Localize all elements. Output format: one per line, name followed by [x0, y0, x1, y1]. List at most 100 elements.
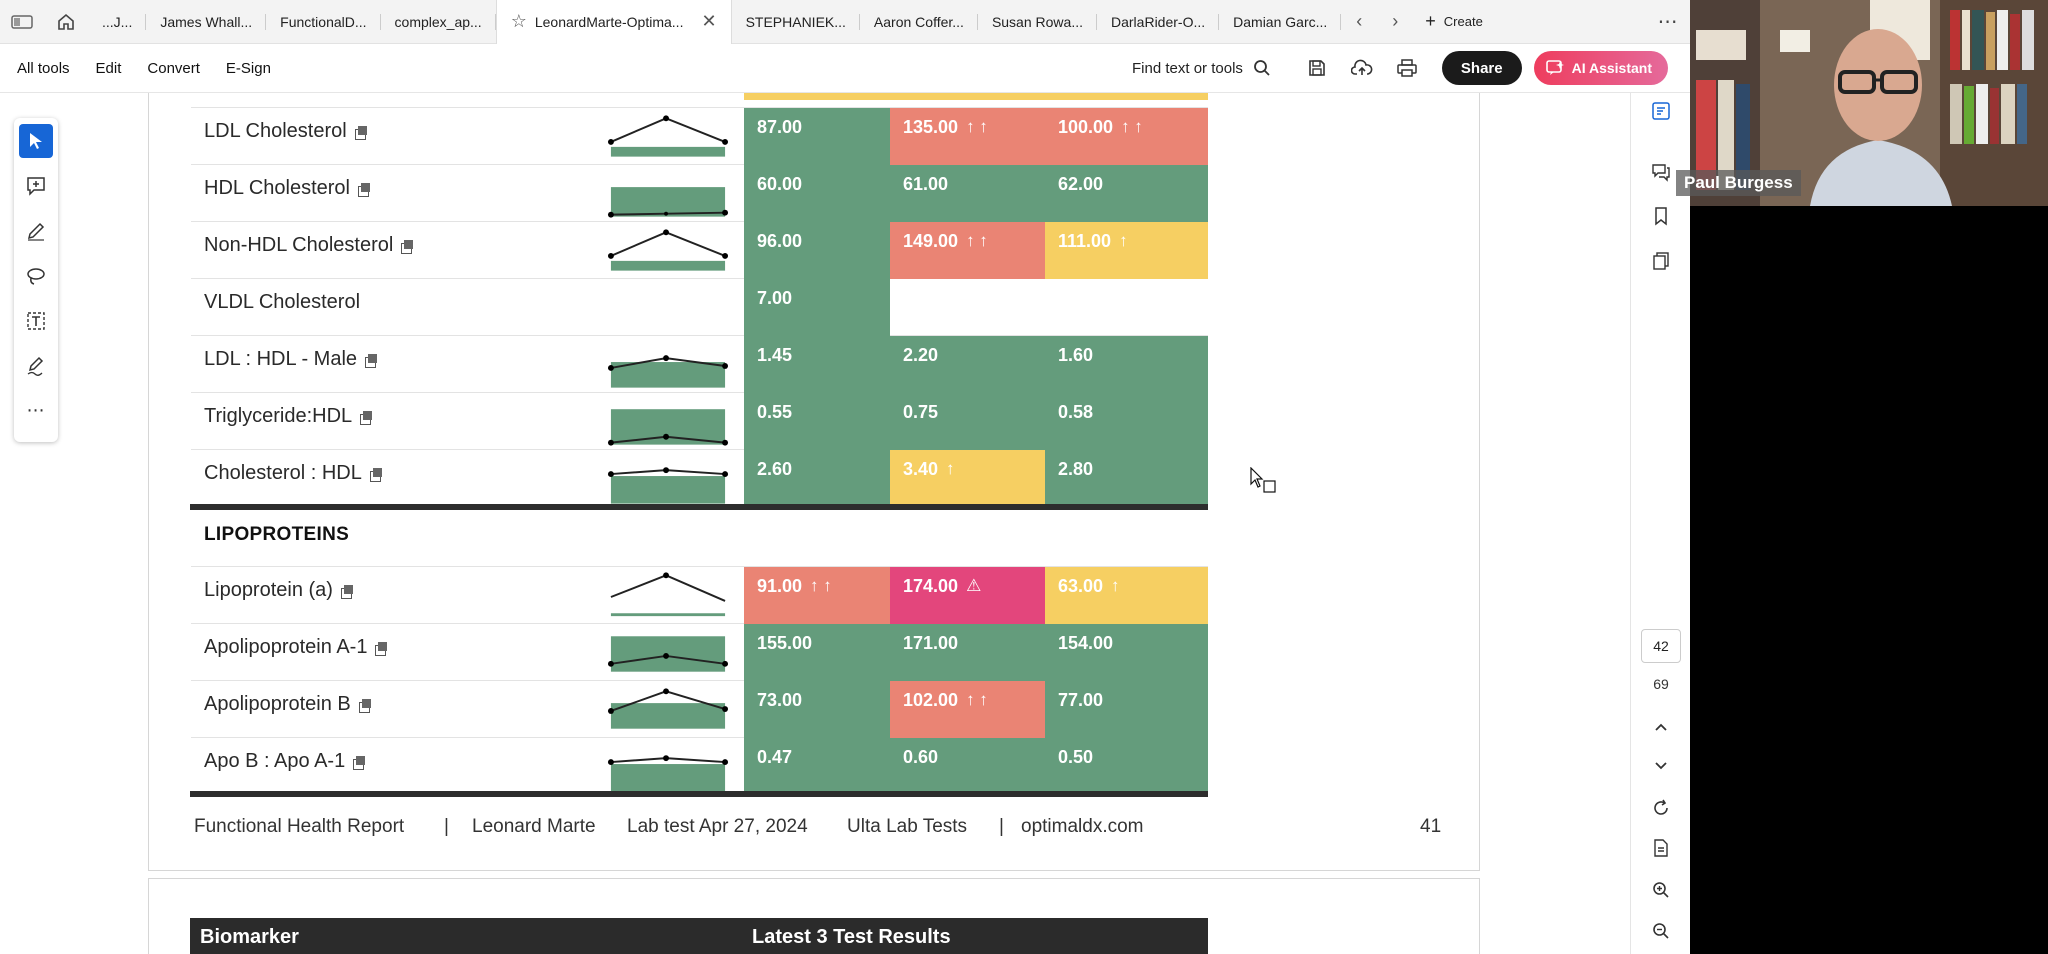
copy-icon[interactable]	[358, 182, 370, 197]
pen-icon	[27, 222, 45, 241]
tab-label: Susan Rowa...	[991, 13, 1083, 30]
copy-icon[interactable]	[340, 584, 353, 599]
copy-icon[interactable]	[358, 698, 371, 713]
ai-assistant-button[interactable]: AI Assistant	[1533, 51, 1668, 85]
upload-cloud-icon[interactable]	[1340, 48, 1385, 88]
sign-tool[interactable]	[14, 343, 58, 388]
select-tool[interactable]	[14, 118, 58, 163]
menu-edit[interactable]: Edit	[83, 60, 135, 77]
refresh-icon[interactable]	[1643, 793, 1679, 823]
plus-icon: +	[1425, 11, 1436, 31]
result-cell: 3.40 ↑	[890, 450, 1045, 507]
draw-tool[interactable]	[14, 208, 58, 253]
result-cell: 135.00 ↑ ↑	[890, 108, 1045, 165]
footer-site: optimaldx.com	[1021, 816, 1144, 837]
tab-label: ...J...	[102, 13, 133, 30]
result-value: 149.00	[903, 231, 959, 251]
more-horizontal-icon[interactable]: ⋯	[1646, 9, 1690, 34]
tab-item[interactable]: complex_ap...	[381, 0, 496, 44]
result-value: 171.00	[903, 633, 959, 653]
trend-sparkline	[607, 636, 729, 672]
result-cell: 91.00 ↑ ↑	[744, 567, 890, 624]
bookmarks-icon[interactable]	[1643, 201, 1679, 231]
copy-icon[interactable]	[375, 641, 388, 656]
tab-label: DarlaRider-O...	[1111, 13, 1206, 30]
chevron-right-icon[interactable]: ›	[1377, 0, 1413, 44]
create-button[interactable]: + Create	[1413, 11, 1495, 32]
trend-sparkline	[607, 355, 729, 388]
star-icon[interactable]: ☆	[511, 11, 527, 32]
arrow-up-icon: ↑ ↑	[966, 231, 988, 250]
section-title: LIPOPROTEINS	[204, 524, 350, 545]
zoom-out-icon[interactable]	[1643, 916, 1679, 946]
more-tools-icon[interactable]: ⋯	[14, 388, 58, 433]
save-icon[interactable]	[1295, 48, 1340, 88]
page-number-input[interactable]: 42	[1641, 629, 1681, 663]
arrow-up-icon: ↑	[1111, 576, 1120, 595]
biomarker-label: Apolipoprotein B	[204, 693, 351, 715]
home-icon[interactable]	[44, 0, 88, 44]
result-value: 154.00	[1058, 633, 1114, 653]
result-value: 0.75	[903, 402, 939, 422]
menu-esign[interactable]: E-Sign	[213, 60, 284, 77]
result-value: 2.80	[1058, 459, 1094, 479]
footer-patient: Leonard Marte	[472, 816, 596, 837]
comments-panel-icon[interactable]	[1643, 157, 1679, 187]
share-button[interactable]: Share	[1441, 51, 1522, 85]
copy-icon[interactable]	[360, 410, 373, 425]
biomarker-name: Apo B : Apo A-1	[204, 750, 366, 773]
tab-item[interactable]: Damian Garc...	[1219, 0, 1342, 44]
tab-item[interactable]: Susan Rowa...	[978, 0, 1098, 44]
add-comment-tool[interactable]	[14, 163, 58, 208]
zoom-in-icon[interactable]	[1643, 875, 1679, 905]
lasso-tool[interactable]	[14, 253, 58, 298]
window-icon[interactable]	[0, 0, 44, 44]
chevron-down-icon[interactable]	[1643, 751, 1679, 781]
chevron-up-icon[interactable]	[1643, 712, 1679, 742]
result-value: 100.00	[1058, 117, 1114, 137]
tab-item[interactable]: STEPHANIEK...	[732, 0, 861, 44]
result-cell: 73.00	[744, 681, 890, 738]
biomarker-label: LDL : HDL - Male	[204, 348, 358, 370]
biomarker-label: Lipoprotein (a)	[204, 579, 333, 601]
result-cell: 154.00	[1045, 624, 1208, 681]
close-icon[interactable]: ✕	[701, 11, 716, 32]
copy-icon[interactable]	[354, 125, 367, 140]
export-pdf-icon[interactable]	[1643, 96, 1679, 126]
find-tools-button[interactable]: Find text or tools	[1132, 59, 1271, 77]
tab-item[interactable]: Aaron Coffer...	[860, 0, 978, 44]
pages-thumbnails-icon[interactable]	[1643, 246, 1679, 276]
menu-convert[interactable]: Convert	[134, 60, 213, 77]
biomarker-name: Non-HDL Cholesterol	[204, 234, 414, 257]
result-value: 155.00	[757, 633, 813, 653]
result-value: 111.00	[1058, 231, 1112, 251]
menu-all-tools[interactable]: All tools	[0, 60, 83, 77]
result-value: 91.00	[757, 576, 803, 596]
result-value: 1.60	[1058, 345, 1094, 365]
copy-icon[interactable]	[365, 353, 378, 368]
text-select-tool[interactable]	[14, 298, 58, 343]
chevron-left-icon[interactable]: ‹	[1341, 0, 1377, 44]
tab-item[interactable]: FunctionalD...	[266, 0, 381, 44]
trend-sparkline	[607, 229, 729, 271]
tab-active[interactable]: ☆ LeonardMarte-Optima... ✕	[495, 0, 732, 44]
copy-icon[interactable]	[401, 239, 414, 254]
copy-icon[interactable]	[369, 467, 382, 482]
page-size-icon[interactable]	[1643, 834, 1679, 864]
tab-item[interactable]: ...J...	[88, 0, 147, 44]
print-icon[interactable]	[1385, 48, 1430, 88]
biomarker-name: LDL Cholesterol	[204, 120, 367, 143]
tab-item[interactable]: DarlaRider-O...	[1097, 0, 1220, 44]
result-value: 96.00	[757, 231, 803, 251]
result-cell: 0.50	[1045, 738, 1208, 795]
result-cell: 62.00	[1045, 165, 1208, 222]
biomarker-label: Non-HDL Cholesterol	[204, 234, 394, 256]
trend-sparkline	[607, 688, 729, 729]
tab-label: James Whall...	[160, 13, 253, 30]
table-row: VLDL Cholesterol 7.00	[191, 279, 1208, 336]
tab-item[interactable]: James Whall...	[146, 0, 266, 44]
copy-icon[interactable]	[353, 755, 366, 770]
table-row: Apolipoprotein B 73.00 102.00 ↑ ↑ 77.00	[191, 681, 1208, 738]
tab-label: STEPHANIEK...	[745, 13, 846, 30]
header-biomarker: Biomarker	[200, 926, 299, 948]
